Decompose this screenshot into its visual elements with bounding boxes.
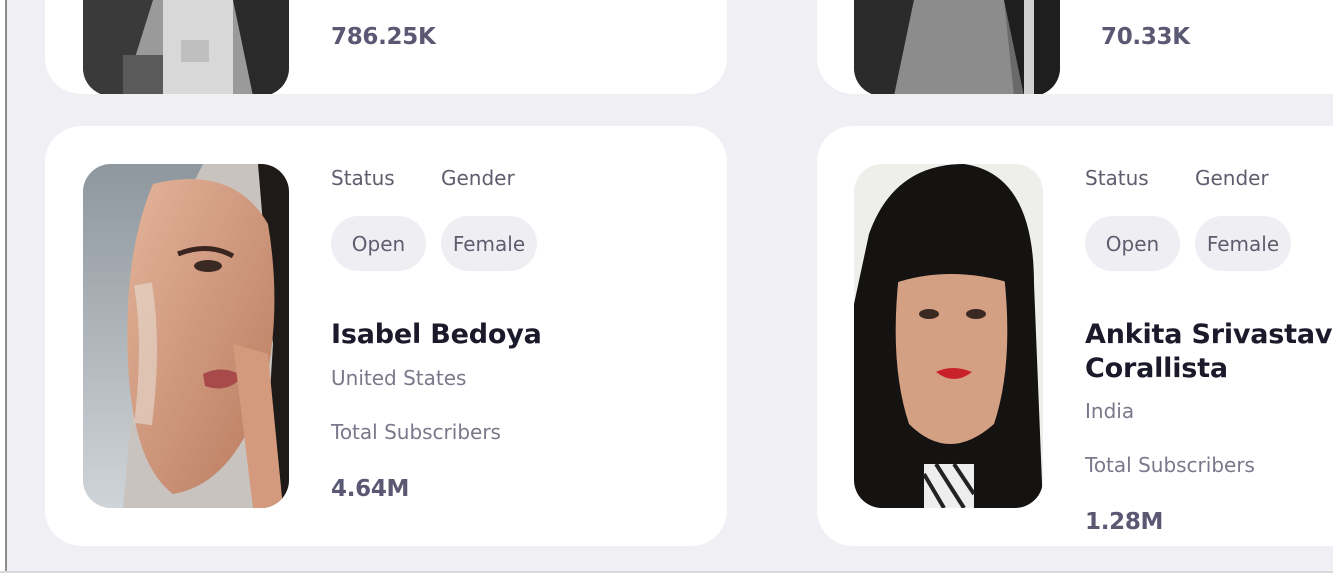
- gender-label: Gender: [1195, 166, 1269, 190]
- influencer-photo: [83, 164, 289, 508]
- gender-badge: Female: [441, 216, 537, 271]
- total-subscribers-label: Total Subscribers: [1085, 453, 1255, 477]
- subscribers-value: 70.33K: [1101, 24, 1190, 50]
- influencer-name-line: Corallista: [1085, 353, 1228, 384]
- status-label: Status: [1085, 166, 1149, 190]
- total-subscribers-label: Total Subscribers: [331, 420, 501, 444]
- influencer-name-line: Ankita Srivastava: [1085, 319, 1333, 350]
- status-label: Status: [331, 166, 395, 190]
- status-badge: Open: [1085, 216, 1180, 271]
- influencer-photo: [854, 0, 1060, 94]
- influencer-card[interactable]: Status Gender Open Female Ankita Srivast…: [817, 126, 1333, 546]
- status-badge: Open: [331, 216, 426, 271]
- subscribers-value: 786.25K: [331, 24, 436, 50]
- influencer-country: United States: [331, 366, 467, 390]
- influencer-card[interactable]: Status Gender Open Female Isabel Bedoya …: [45, 126, 727, 546]
- gender-label: Gender: [441, 166, 515, 190]
- influencer-card[interactable]: 70.33K: [817, 0, 1333, 94]
- influencer-name[interactable]: Ankita Srivastava Corallista: [1085, 318, 1333, 386]
- influencer-country: India: [1085, 399, 1135, 423]
- influencer-photo: [83, 0, 289, 94]
- influencer-photo: [854, 164, 1043, 508]
- influencer-card[interactable]: 786.25K: [45, 0, 727, 94]
- subscribers-value: 4.64M: [331, 476, 410, 502]
- subscribers-value: 1.28M: [1085, 509, 1164, 535]
- window-left-edge: [0, 0, 7, 573]
- gender-badge: Female: [1195, 216, 1291, 271]
- influencer-name[interactable]: Isabel Bedoya: [331, 318, 542, 352]
